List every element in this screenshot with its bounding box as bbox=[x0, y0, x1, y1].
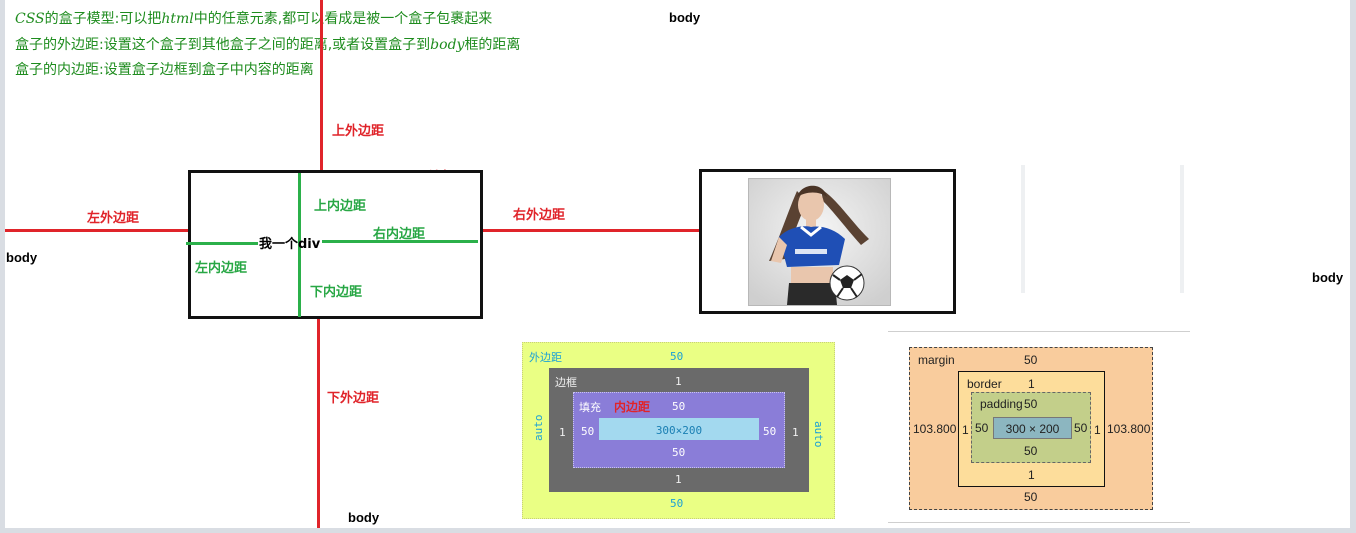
border-area: 边框 1 1 1 1 填充 内边距 50 50 50 50 300×200 bbox=[549, 368, 809, 492]
margin-bottom-value[interactable]: 50 bbox=[670, 497, 683, 510]
empty-panel bbox=[1021, 165, 1184, 293]
window-scrollbar-right[interactable] bbox=[1350, 0, 1356, 533]
padding-left-value[interactable]: 50 bbox=[975, 421, 988, 435]
padding-area: padding 50 50 50 50 300 × 200 bbox=[971, 392, 1091, 463]
devtools-box-model-en: margin 50 50 103.800 103.800 border 1 1 … bbox=[909, 347, 1153, 510]
note-line-3: 盒子的内边距:设置盒子边框到盒子中内容的距离 bbox=[15, 62, 314, 78]
margin-left-value[interactable]: 103.800 bbox=[913, 422, 956, 436]
border-bottom-value[interactable]: 1 bbox=[1028, 468, 1035, 482]
margin-right-value[interactable]: 103.800 bbox=[1107, 422, 1150, 436]
border-left-value[interactable]: 1 bbox=[962, 423, 969, 437]
divider-top bbox=[888, 331, 1190, 332]
border-top-value[interactable]: 1 bbox=[675, 375, 682, 388]
border-caption: border bbox=[967, 377, 1002, 391]
padding-right-label: 右内边距 bbox=[373, 227, 426, 242]
border-bottom-value[interactable]: 1 bbox=[675, 473, 682, 486]
padding-left-line bbox=[186, 242, 258, 245]
margin-bottom-value[interactable]: 50 bbox=[1024, 490, 1037, 504]
margin-left-label: 左外边距 bbox=[87, 211, 140, 226]
content-area[interactable]: 300 × 200 bbox=[993, 417, 1072, 439]
margin-top-value[interactable]: 50 bbox=[670, 350, 683, 363]
border-right-value[interactable]: 1 bbox=[1094, 423, 1101, 437]
padding-caption: 填充 bbox=[579, 401, 601, 414]
note-line-1: CSS的盒子模型:可以把html中的任意元素,都可以看成是被一个盒子包裹起来 bbox=[15, 6, 492, 32]
padding-bottom-value[interactable]: 50 bbox=[1024, 444, 1037, 458]
note-body-word: body bbox=[430, 37, 465, 53]
padding-top-value[interactable]: 50 bbox=[1024, 397, 1037, 411]
window-scrollbar-bottom[interactable] bbox=[0, 528, 1356, 533]
padding-top-label: 上内边距 bbox=[314, 199, 367, 214]
padding-left-label: 左内边距 bbox=[195, 261, 248, 276]
margin-top-line bbox=[320, 0, 323, 172]
margin-caption: margin bbox=[918, 353, 955, 367]
body-label-bottom: body bbox=[348, 510, 380, 525]
devtools-box-model-cn: 外边距 50 50 auto auto 边框 1 1 1 1 填充 内边距 50… bbox=[522, 342, 835, 519]
content-area[interactable]: 300×200 bbox=[599, 418, 759, 440]
padding-annotation-red: 内边距 bbox=[614, 400, 651, 414]
margin-caption: 外边距 bbox=[529, 351, 562, 364]
note-text: 的盒子模型:可以把 bbox=[44, 11, 162, 27]
margin-top-label: 上外边距 bbox=[332, 124, 385, 139]
border-caption: 边框 bbox=[555, 376, 577, 389]
window-left-edge bbox=[0, 0, 5, 533]
margin-right-line bbox=[483, 229, 700, 232]
padding-bottom-label: 下内边距 bbox=[310, 285, 363, 300]
margin-top-value[interactable]: 50 bbox=[1024, 353, 1037, 367]
note-text: 盒子的外边距:设置这个盒子到其他盒子之间的距离,或者设置盒子到 bbox=[15, 37, 431, 53]
note-text: 框的距离 bbox=[464, 37, 521, 53]
border-top-value[interactable]: 1 bbox=[1028, 377, 1035, 391]
content-size-value: 300 × 200 bbox=[1005, 422, 1060, 436]
padding-caption: padding bbox=[980, 397, 1023, 411]
padding-bottom-value[interactable]: 50 bbox=[672, 446, 685, 459]
body-label-right: body bbox=[1312, 270, 1344, 285]
content-label: 我一个div bbox=[259, 237, 321, 252]
margin-right-value[interactable]: auto bbox=[812, 421, 825, 451]
note-line-2: 盒子的外边距:设置这个盒子到其他盒子之间的距离,或者设置盒子到body框的距离 bbox=[15, 32, 520, 58]
divider-bottom bbox=[888, 522, 1190, 523]
margin-bottom-label: 下外边距 bbox=[327, 391, 380, 406]
note-css-word: CSS bbox=[15, 11, 45, 27]
margin-left-line bbox=[5, 229, 189, 232]
margin-left-value[interactable]: auto bbox=[532, 411, 545, 442]
note-html-word: html bbox=[161, 11, 194, 27]
note-text: 中的任意元素,都可以看成是被一个盒子包裹起来 bbox=[193, 11, 493, 27]
border-area: border 1 1 1 1 padding 50 50 50 50 300 ×… bbox=[958, 371, 1105, 487]
padding-area: 填充 内边距 50 50 50 50 300×200 bbox=[573, 392, 785, 468]
padding-right-value[interactable]: 50 bbox=[1074, 421, 1087, 435]
padding-right-value[interactable]: 50 bbox=[763, 425, 776, 438]
body-label-top: body bbox=[669, 10, 701, 25]
padding-left-value[interactable]: 50 bbox=[581, 425, 594, 438]
content-size-value: 300×200 bbox=[655, 424, 703, 437]
margin-right-label: 右外边距 bbox=[513, 208, 566, 223]
border-right-value[interactable]: 1 bbox=[792, 426, 799, 439]
padding-top-value[interactable]: 50 bbox=[672, 400, 685, 413]
body-label-left: body bbox=[6, 250, 38, 265]
border-left-value[interactable]: 1 bbox=[559, 426, 566, 439]
margin-bottom-line bbox=[317, 318, 320, 528]
soccer-photo bbox=[748, 178, 891, 306]
